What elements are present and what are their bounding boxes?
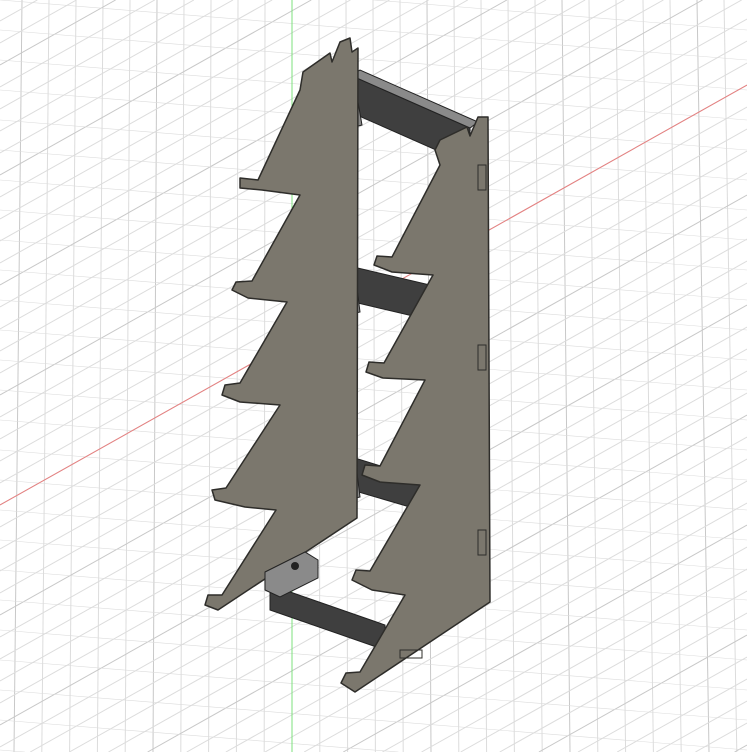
left-side-panel[interactable] xyxy=(204,37,359,611)
right-side-panel[interactable] xyxy=(340,116,491,693)
bolt-hole xyxy=(291,562,299,570)
rack-model[interactable] xyxy=(0,0,747,752)
crossbar-bottom[interactable] xyxy=(264,551,386,651)
cad-viewport[interactable] xyxy=(0,0,747,752)
crossbar-face xyxy=(269,584,386,651)
